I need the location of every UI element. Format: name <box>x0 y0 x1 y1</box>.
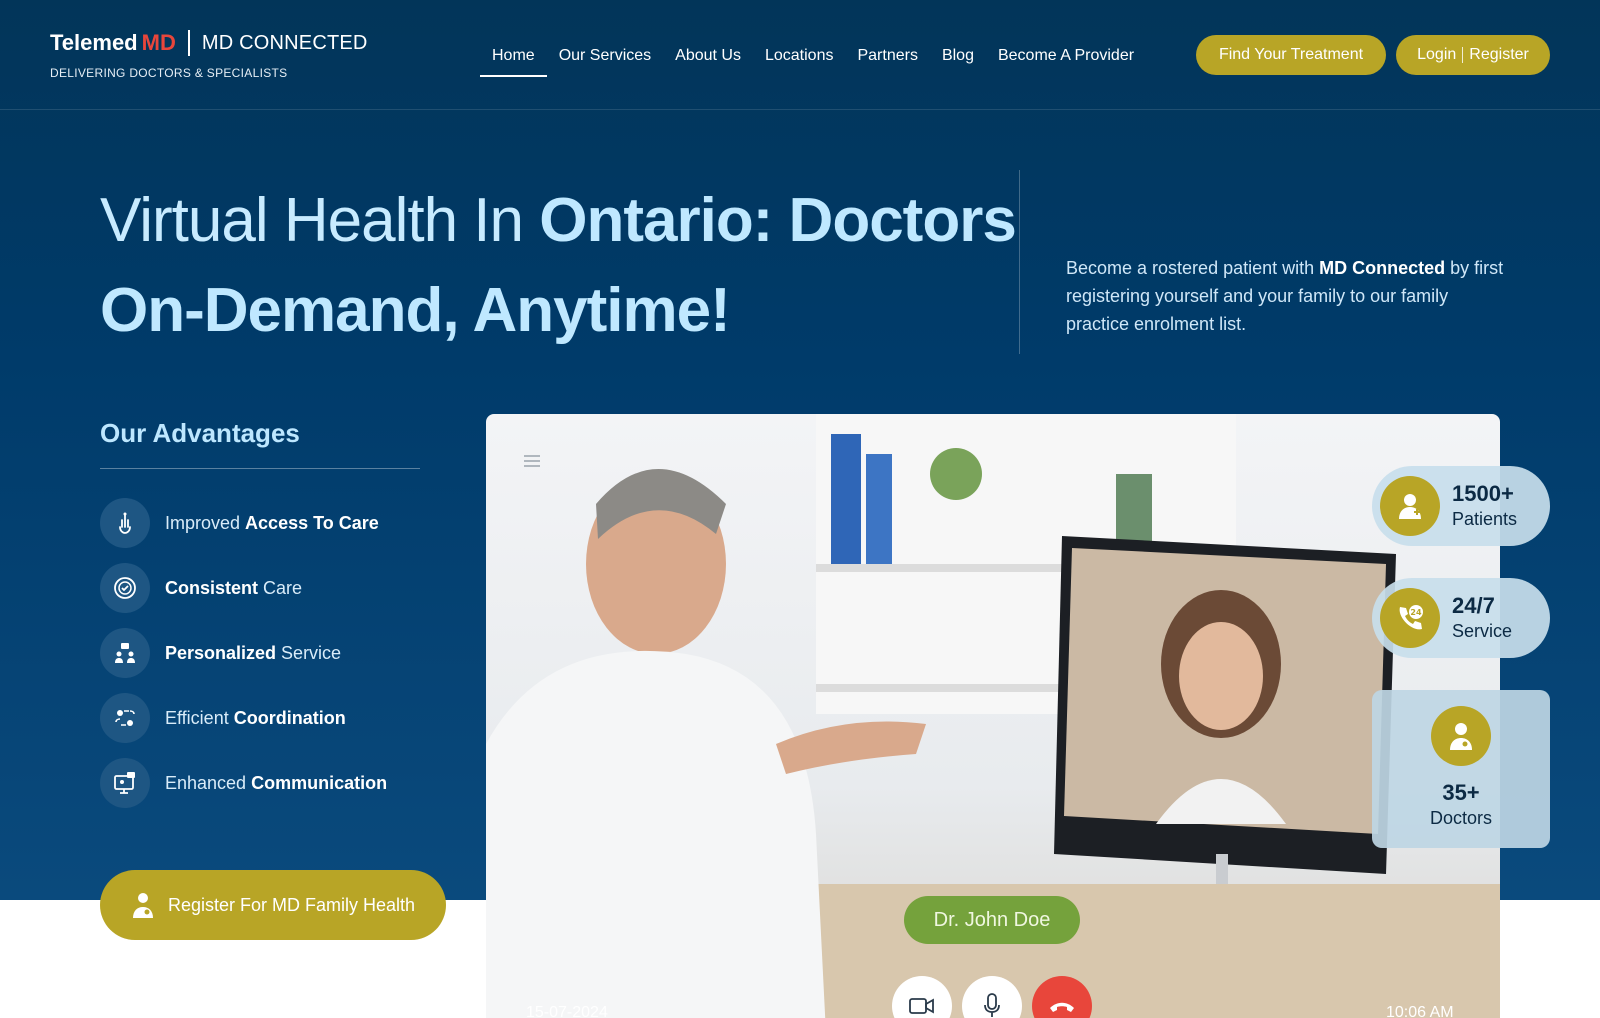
service-hours: 24/7 <box>1452 593 1495 618</box>
advantage-item: Personalized Service <box>100 628 387 678</box>
advantage-item: Enhanced Communication <box>100 758 387 808</box>
service-label: Service <box>1452 621 1513 641</box>
advantage-light: Service <box>276 642 342 663</box>
login-separator <box>1462 46 1464 63</box>
doctor-icon <box>130 891 156 919</box>
stat-doctors: 35+ Doctors <box>1372 690 1550 848</box>
hero-intro: Become a rostered patient with MD Connec… <box>1066 254 1506 338</box>
advantage-bold: Access To Care <box>245 512 379 533</box>
nav-about-us[interactable]: About Us <box>663 37 753 75</box>
logo-divider <box>187 30 190 56</box>
doctors-label: Doctors <box>1429 808 1492 828</box>
video-call-panel: Dr. John Doe 15-07-2024 10:06 AM <box>486 414 1500 1018</box>
nav-locations[interactable]: Locations <box>753 37 846 75</box>
advantage-item: Efficient Coordination <box>100 693 387 743</box>
login-link[interactable]: Login <box>1417 46 1456 63</box>
logo-md-connected: MD CONNECTED <box>201 31 368 54</box>
advantage-light: Enhanced <box>165 772 252 793</box>
stat-service: 24 24/7 Service <box>1372 578 1550 658</box>
call-date: 15-07-2024 <box>526 1004 608 1018</box>
doctor-name-badge: Dr. John Doe <box>904 896 1080 944</box>
hero-title: Virtual Health In Ontario: Doctors On-De… <box>100 178 1017 358</box>
logo-tagline: DELIVERING DOCTORS & SPECIALISTS <box>50 66 288 80</box>
advantage-item: Improved Access To Care <box>100 498 387 548</box>
logo-telemed: Telemed <box>50 30 138 55</box>
doctors-count: 35+ <box>1442 780 1480 805</box>
site-header: Telemed MD MD CONNECTED DELIVERING DOCTO… <box>0 0 1600 110</box>
advantages-title: Our Advantages <box>100 418 300 448</box>
main-nav: Home Our Services About Us Locations Par… <box>480 36 1146 77</box>
patients-label: Patients <box>1452 509 1518 529</box>
advantage-bold: Communication <box>251 772 388 793</box>
advantage-light: Efficient <box>165 707 234 728</box>
nav-blog[interactable]: Blog <box>930 37 986 75</box>
patient-icon <box>1380 476 1440 536</box>
advantage-bold: Consistent <box>165 577 259 598</box>
menu-icon[interactable] <box>524 454 540 472</box>
coordination-icon <box>100 693 150 743</box>
logo-md: MD <box>141 30 176 55</box>
advantages-rule <box>100 468 420 469</box>
stat-patients: 1500+ Patients <box>1372 466 1550 546</box>
nav-partners[interactable]: Partners <box>845 37 929 75</box>
advantage-light: Improved <box>165 512 246 533</box>
hero-divider <box>1019 170 1020 354</box>
microphone-icon <box>984 993 1000 1017</box>
call-time: 10:06 AM <box>1386 1004 1454 1018</box>
monitor-chat-icon <box>100 758 150 808</box>
hand-touch-icon <box>100 498 150 548</box>
svg-text:24: 24 <box>1410 608 1422 617</box>
nav-become-a-provider[interactable]: Become A Provider <box>986 37 1146 75</box>
intro-pre: Become a rostered patient with <box>1066 258 1320 278</box>
advantage-light: Care <box>258 577 303 598</box>
advantage-item: Consistent Care <box>100 563 387 613</box>
nav-home[interactable]: Home <box>480 37 547 77</box>
register-family-health-label: Register For MD Family Health <box>168 894 416 915</box>
advantage-bold: Coordination <box>233 707 346 728</box>
hero-title-light: Virtual Health In <box>100 186 540 255</box>
hero-title-line2: On-Demand, Anytime! <box>100 276 731 345</box>
register-link[interactable]: Register <box>1469 46 1529 63</box>
find-treatment-button[interactable]: Find Your Treatment <box>1196 35 1386 75</box>
intro-brand: MD Connected <box>1319 258 1446 278</box>
phone-hangup-icon <box>1050 1002 1074 1012</box>
patients-count: 1500+ <box>1452 481 1514 506</box>
advantages-list: Improved Access To Care Consistent Care … <box>100 498 387 823</box>
advantage-bold: Personalized <box>165 642 277 663</box>
nav-our-services[interactable]: Our Services <box>547 37 663 75</box>
register-family-health-button[interactable]: Register For MD Family Health <box>100 870 446 940</box>
hero-title-bold: Ontario: Doctors <box>539 186 1017 255</box>
video-camera-icon <box>909 998 934 1014</box>
team-icon <box>100 628 150 678</box>
doctor-icon <box>1431 706 1491 766</box>
check-badge-icon <box>100 563 150 613</box>
phone-24-icon: 24 <box>1380 588 1440 648</box>
login-register-button[interactable]: Login Register <box>1396 35 1550 75</box>
site-logo[interactable]: Telemed MD MD CONNECTED DELIVERING DOCTO… <box>50 28 368 80</box>
